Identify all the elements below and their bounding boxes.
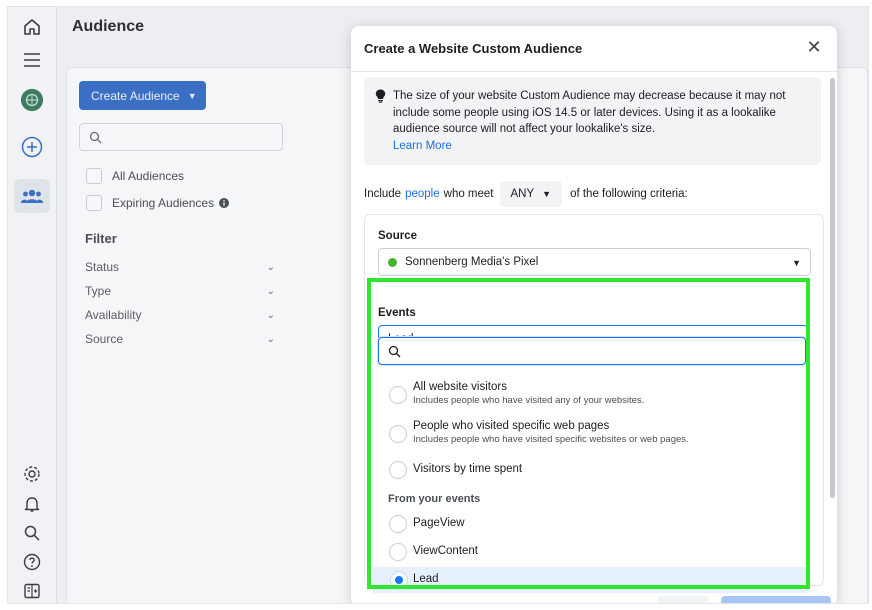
add-circle-icon[interactable] [20, 135, 44, 159]
option-title: People who visited specific web pages [413, 420, 610, 432]
lightbulb-icon [375, 89, 386, 103]
filter-title: Filter [85, 231, 117, 246]
ios-info-notice: The size of your website Custom Audience… [364, 77, 821, 165]
bell-icon[interactable] [20, 492, 44, 516]
filter-status[interactable]: Status ⌄ [85, 260, 275, 274]
radio-button[interactable] [389, 461, 407, 479]
people-link[interactable]: people [405, 188, 440, 200]
match-type-value: ANY [510, 188, 535, 200]
help-icon[interactable] [20, 550, 44, 574]
brand-logo-icon[interactable] [20, 88, 44, 112]
audience-search-input[interactable] [79, 123, 283, 151]
icon-rail [8, 7, 57, 603]
radio-button[interactable] [389, 543, 407, 561]
filter-type[interactable]: Type ⌄ [85, 284, 275, 298]
chevron-down-icon: ⌄ [266, 285, 275, 297]
source-value: Sonnenberg Media's Pixel [405, 256, 539, 268]
close-icon[interactable]: ✕ [805, 38, 823, 56]
option-pageview[interactable]: PageView [373, 511, 809, 537]
option-title: ViewContent [413, 545, 478, 557]
option-visitors-by-time[interactable]: Visitors by time spent [373, 457, 809, 483]
criteria-middle: who meet [443, 188, 494, 200]
checkbox[interactable] [86, 195, 102, 211]
all-audiences-checkbox-row[interactable]: All Audiences [86, 168, 184, 184]
learn-more-link[interactable]: Learn More [393, 140, 452, 152]
audience-left-panel: Create Audience ▼ All Audiences Expiring… [66, 67, 396, 603]
modal-title: Create a Website Custom Audience [364, 41, 583, 56]
modal-header: Create a Website Custom Audience ✕ [351, 26, 837, 72]
info-text: The size of your website Custom Audience… [393, 90, 786, 135]
source-select[interactable]: Sonnenberg Media's Pixel ▼ [378, 248, 811, 276]
match-type-select[interactable]: ANY ▼ [499, 181, 563, 207]
create-audience-label: Create Audience [91, 88, 180, 103]
filter-label: Type [85, 284, 112, 298]
option-lead[interactable]: Lead [373, 567, 809, 593]
search-icon [89, 131, 102, 144]
home-icon[interactable] [20, 15, 44, 39]
search-icon[interactable] [20, 521, 44, 545]
filter-label: Status [85, 260, 120, 274]
filter-label: Source [85, 332, 124, 346]
criteria-suffix: of the following criteria: [570, 188, 688, 200]
caret-down-icon: ▼ [187, 90, 197, 101]
settings-icon[interactable] [20, 462, 44, 486]
chevron-down-icon: ⌄ [266, 333, 275, 345]
filter-label: Availability [85, 308, 142, 322]
option-subtitle: Includes people who have visited any of … [413, 395, 645, 406]
radio-button[interactable] [389, 425, 407, 443]
info-icon[interactable] [219, 198, 230, 208]
audience-icon[interactable] [20, 184, 44, 208]
option-subtitle: Includes people who have visited specifi… [413, 434, 689, 445]
search-icon [388, 345, 401, 358]
checkbox-label: Expiring Audiences [112, 196, 215, 210]
modal-scrollbar[interactable] [830, 78, 835, 498]
source-label: Source [378, 230, 417, 242]
create-audience-submit-button[interactable] [721, 596, 831, 603]
chevron-down-icon: ⌄ [266, 261, 275, 273]
expiring-audiences-checkbox-row[interactable]: Expiring Audiences [86, 195, 230, 211]
from-your-events-heading: From your events [388, 493, 481, 505]
option-specific-web-pages[interactable]: People who visited specific web pages In… [373, 416, 809, 452]
page-title: Audience [72, 18, 145, 35]
events-label: Events [378, 307, 416, 319]
back-button[interactable] [657, 596, 709, 603]
option-title: All website visitors [413, 381, 507, 393]
criteria-prefix: Include [364, 188, 402, 200]
option-viewcontent[interactable]: ViewContent [373, 539, 809, 565]
radio-button[interactable] [389, 515, 407, 533]
caret-down-icon: ▼ [542, 189, 552, 199]
chevron-down-icon: ⌄ [266, 309, 275, 321]
option-title: Lead [413, 573, 439, 585]
option-title: PageView [413, 517, 465, 529]
option-all-website-visitors[interactable]: All website visitors Includes people who… [373, 377, 809, 413]
option-title: Visitors by time spent [413, 463, 523, 475]
criteria-row: Include people who meet ANY ▼ of the fol… [364, 181, 688, 207]
events-search-input[interactable] [378, 337, 806, 365]
checkbox-label: All Audiences [112, 169, 185, 183]
radio-button-selected[interactable] [391, 572, 407, 588]
caret-down-icon: ▼ [792, 258, 801, 268]
sidebar-toggle-icon[interactable] [20, 579, 44, 603]
radio-button[interactable] [389, 386, 407, 404]
filter-availability[interactable]: Availability ⌄ [85, 308, 275, 322]
create-audience-button[interactable]: Create Audience ▼ [79, 81, 206, 110]
filter-source[interactable]: Source ⌄ [85, 332, 275, 346]
menu-icon[interactable] [20, 48, 44, 72]
pixel-status-dot [388, 257, 397, 267]
events-dropdown-list: All website visitors Includes people who… [373, 369, 809, 593]
app-frame: Audience Create Audience ▼ All Audiences… [7, 6, 869, 604]
checkbox[interactable] [86, 168, 102, 184]
